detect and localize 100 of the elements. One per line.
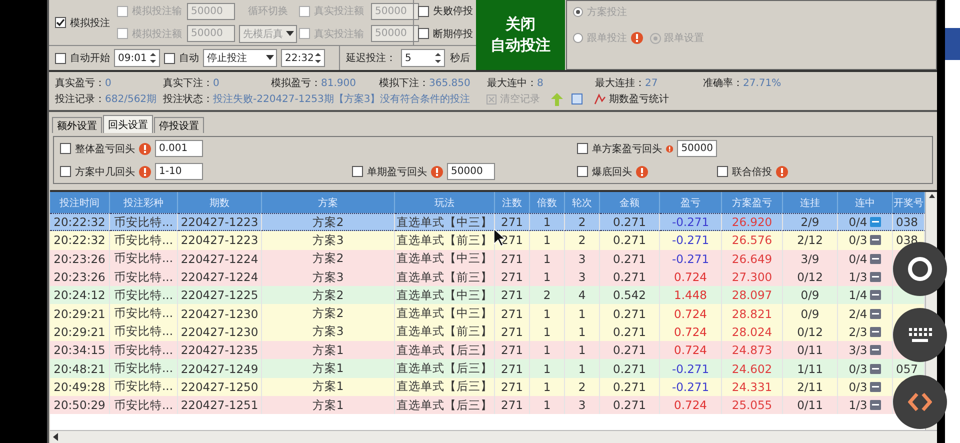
info-icon [636,166,648,178]
chat-icon[interactable] [870,382,882,392]
checkbox[interactable] [717,166,728,177]
radio-button[interactable] [573,7,583,17]
checkbox[interactable] [55,17,66,28]
scroll-up-icon[interactable] [928,192,936,200]
table-cell: 0/9 [783,304,838,323]
table-cell: 220427-1225 [178,286,262,304]
table-cell: -0.271 [660,378,722,396]
chat-icon[interactable] [870,308,882,319]
table-cell: 0.271 [600,396,660,414]
checkbox[interactable] [164,52,175,64]
info-icon [776,166,788,178]
end-time-field[interactable]: 22:32 [281,49,325,67]
table-cell: 20:23:26 [50,268,110,286]
caret-icon[interactable] [286,30,294,37]
checkbox[interactable] [60,166,71,177]
settings-tab[interactable]: 停投设置 [154,117,204,133]
setting-field[interactable]: 0.001 [155,140,203,157]
table-cell: 271 [495,286,530,304]
delay-unit: 秒后 [450,52,470,65]
table-cell: 3 [565,268,600,286]
spinner-arrows-icon[interactable] [149,51,157,65]
table-cell: -0.271 [660,250,722,268]
checkbox[interactable] [418,28,429,40]
table-cell: 币安比特... [110,304,178,323]
table-cell: 1 [530,378,565,396]
table-cell: 1 [530,250,565,268]
spinner-arrows-icon[interactable] [314,51,322,65]
table-cell: 20:49:28 [50,378,110,396]
table-cell: 0.271 [600,231,660,250]
follow-settings-button[interactable]: 跟单设置 [647,31,707,45]
checkbox[interactable] [577,143,588,154]
record-text: 投注记录：682/562期 [55,92,158,106]
action-dropdown[interactable]: 停止投注 [203,49,277,67]
horizontal-scrollbar[interactable] [50,430,937,443]
table-cell: 1 [565,359,600,378]
checkbox[interactable] [418,6,429,17]
table-cell: 0.724 [660,396,722,414]
window-icon[interactable] [571,93,583,105]
table-cell: 220427-1223 [178,213,262,232]
mode-label: 方案投注 [587,6,627,19]
table-cell: 20:29:21 [50,322,110,342]
table-cell: 0/11 [783,341,838,360]
table-cell: 220427-1251 [178,396,262,414]
chat-icon[interactable] [870,364,882,374]
delay-field[interactable]: 5 [401,49,445,67]
table-cell: 0.724 [660,322,722,342]
spinner-arrows-icon[interactable] [434,51,442,65]
stop-auto-bet-button[interactable]: 关闭 自动投注 [476,0,565,70]
checkbox[interactable] [577,166,588,177]
table-cell: 0.271 [600,250,660,268]
table-cell: 28.024 [722,322,783,342]
cycle-mode-dropdown[interactable]: 先模后真 [239,24,297,43]
table-cell: 271 [495,341,530,360]
chat-icon[interactable] [870,345,882,356]
chat-icon[interactable] [870,272,882,282]
table-cell: 币安比特... [110,213,178,232]
scroll-left-icon[interactable] [53,433,59,441]
table-cell: 28.821 [722,304,783,323]
table-cell: 20:22:32 [50,231,110,250]
table-cell: 0.271 [600,213,660,232]
stat-text: 最大连挂：27 [595,76,659,90]
chat-icon[interactable] [870,326,882,337]
table-cell: 2/3 [838,322,893,342]
table-cell: 20:22:32 [50,213,110,232]
table-cell: 271 [495,378,530,396]
table-cell: 3 [565,250,600,268]
table-cell: 20:23:26 [50,250,110,268]
radio-button[interactable] [573,33,583,43]
checkbox[interactable] [55,52,66,64]
table-cell: 直选单式【中三】 [395,304,495,323]
chat-icon[interactable] [870,400,882,410]
setting-field[interactable]: 1-10 [155,163,203,180]
table-cell: 24.331 [722,378,783,396]
table-cell: 1/4 [838,286,893,304]
table-cell: 0/3 [838,359,893,378]
checkbox[interactable] [352,166,363,177]
chat-icon[interactable] [870,254,882,264]
table-cell: 271 [495,304,530,323]
table-cell: 方案1 [262,396,395,414]
settings-tab[interactable]: 额外设置 [52,117,102,133]
table-cell: 220427-1230 [178,304,262,323]
chat-icon[interactable] [870,290,882,300]
table-cell: 币安比特... [110,231,178,250]
chat-icon[interactable] [870,217,882,228]
setting-field[interactable]: 50000 [447,163,495,180]
start-time-field[interactable]: 09:01 [114,49,160,67]
table-cell: 220427-1249 [178,359,262,378]
caret-icon[interactable] [266,55,274,61]
setting-field[interactable]: 50000 [677,140,717,157]
chat-icon[interactable] [870,235,882,246]
table-cell: 20:34:15 [50,341,110,360]
period-stats-button[interactable]: 期数盈亏统计 [591,92,672,106]
table-cell: 1/3 [838,268,893,286]
settings-tab[interactable]: 回头设置 [103,115,153,133]
checkbox[interactable] [60,143,71,154]
table-cell: 直选单式【中三】 [395,286,495,304]
stop-option-label: 断期停投 [433,28,473,41]
table-cell: 20:50:29 [50,396,110,414]
